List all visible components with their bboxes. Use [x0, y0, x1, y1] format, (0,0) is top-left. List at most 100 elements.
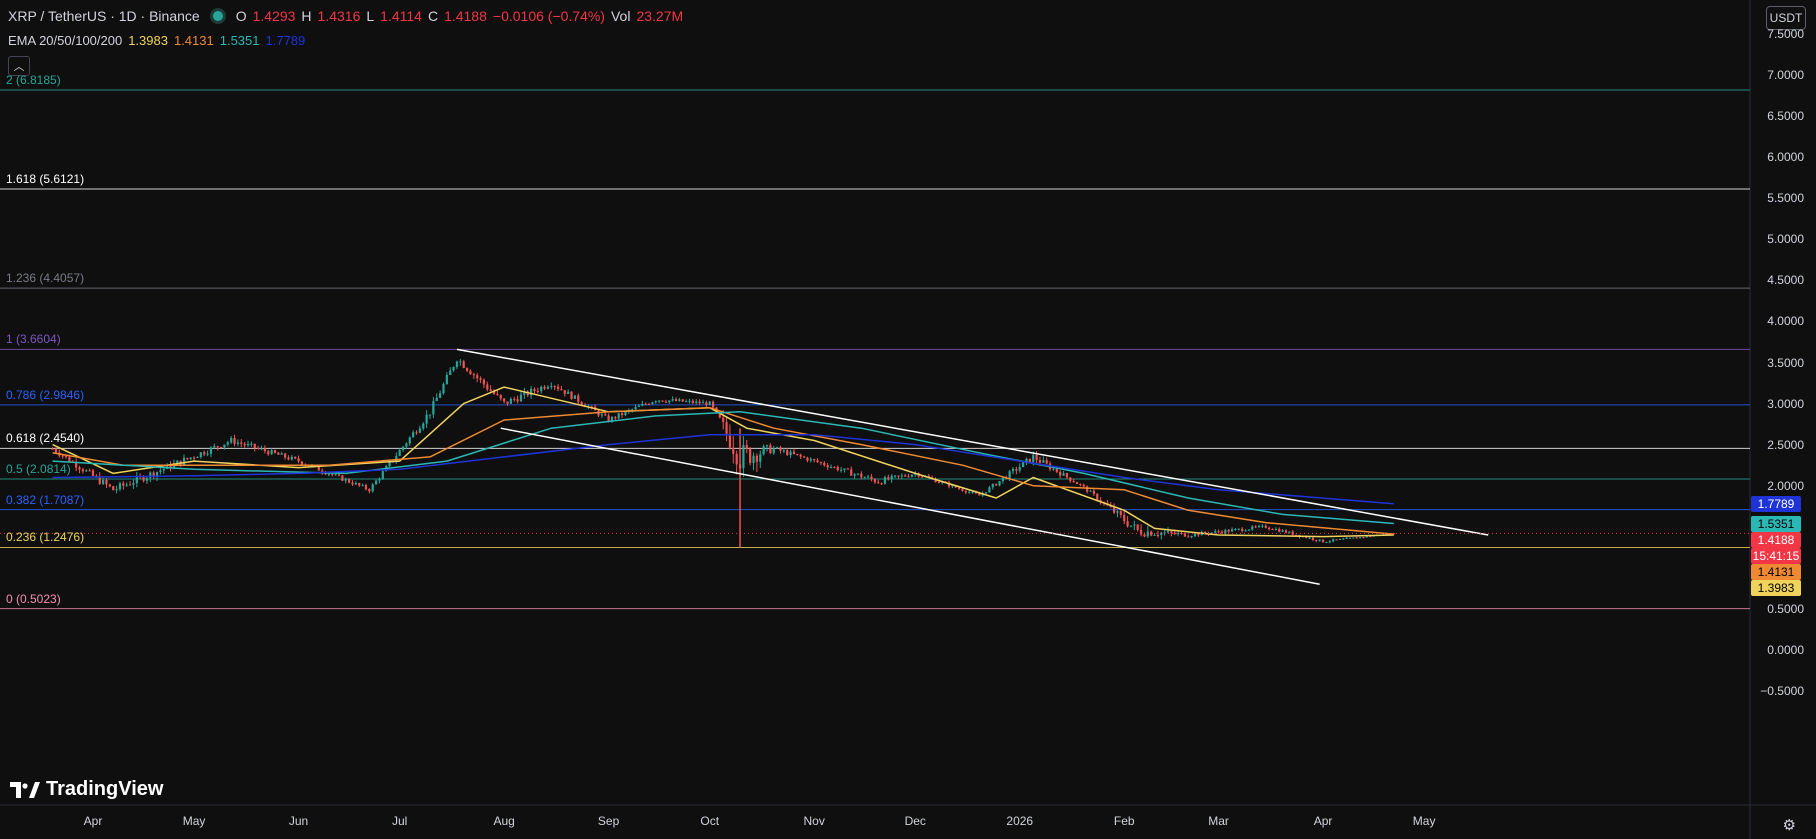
- candle-body: [658, 400, 661, 402]
- candle-body: [270, 450, 273, 455]
- settings-gear-icon[interactable]: ⚙: [1783, 816, 1796, 834]
- candle-body: [482, 379, 486, 385]
- high-value: 1.4316: [317, 8, 361, 24]
- candle-body: [870, 476, 873, 480]
- candle-body: [358, 483, 361, 486]
- candle-body: [327, 474, 330, 476]
- price-tick: 2.5000: [1767, 437, 1804, 452]
- candle-body: [708, 401, 711, 405]
- candle-body: [125, 484, 128, 486]
- time-tick: Jun: [288, 814, 309, 828]
- price-tick: 6.0000: [1767, 150, 1804, 165]
- candle-body: [361, 485, 364, 487]
- candle-body: [1069, 477, 1072, 481]
- candle-body: [685, 401, 688, 403]
- candle-body: [1096, 493, 1099, 501]
- candle-body: [354, 483, 357, 485]
- candle-body: [614, 416, 617, 419]
- candle-body: [1355, 537, 1358, 539]
- tradingview-logo[interactable]: TradingView: [10, 778, 163, 801]
- candle-body: [1338, 538, 1341, 540]
- candle-body: [816, 460, 819, 463]
- candle-body: [890, 475, 893, 480]
- candle-body: [374, 480, 378, 485]
- candle-body: [1345, 537, 1348, 539]
- candle-body: [1241, 528, 1244, 531]
- candle-body: [344, 479, 347, 481]
- candle-body: [550, 386, 553, 388]
- fib-label: 2 (6.8185): [6, 72, 61, 87]
- candle-body: [273, 450, 277, 453]
- price-tick: 2.0000: [1767, 478, 1804, 493]
- candle-body: [836, 466, 839, 471]
- candle-body: [1001, 477, 1004, 482]
- candle-body: [873, 479, 876, 483]
- candle-body: [479, 378, 482, 380]
- candle-body: [193, 457, 196, 459]
- candle-body: [1247, 529, 1251, 531]
- candle-body: [863, 477, 866, 479]
- price-tag: 1.3983: [1751, 579, 1801, 596]
- candle-body: [1261, 525, 1264, 527]
- time-tick: Oct: [700, 814, 720, 828]
- candle-body: [260, 448, 263, 450]
- candle-body: [907, 476, 910, 478]
- candle-body: [513, 398, 516, 400]
- candle-body: [499, 394, 502, 399]
- candle-body: [1284, 530, 1288, 533]
- low-value: 1.4114: [380, 8, 422, 24]
- candle-body: [489, 389, 492, 391]
- candle-body: [856, 473, 860, 475]
- candle-body: [209, 447, 213, 454]
- close-label: C: [427, 8, 439, 24]
- price-chart[interactable]: [0, 0, 1816, 839]
- candle-body: [196, 457, 199, 459]
- candle-body: [792, 451, 796, 454]
- channel-lower-line: [500, 427, 1320, 585]
- candle-body: [219, 447, 223, 449]
- symbol-title[interactable]: XRP / TetherUS · 1D · Binance: [8, 8, 200, 24]
- candle-body: [782, 450, 785, 452]
- candle-body: [620, 413, 624, 416]
- candle-body: [118, 483, 122, 490]
- candle-body: [182, 457, 186, 465]
- candle-body: [445, 374, 448, 385]
- candle-body: [476, 375, 479, 379]
- candle-body: [371, 484, 374, 492]
- volume-label: Vol: [610, 8, 631, 24]
- indicator-legend[interactable]: EMA 20/50/100/200 1.3983 1.4131 1.5351 1…: [8, 33, 305, 48]
- candle-body: [78, 467, 81, 470]
- candle-body: [509, 398, 512, 404]
- candle-body: [1342, 538, 1345, 540]
- candle-body: [1143, 534, 1146, 537]
- ema50-value: 1.4131: [173, 33, 214, 48]
- open-value: 1.4293: [252, 8, 296, 24]
- candle-body: [1028, 458, 1031, 463]
- candle-body: [742, 445, 745, 469]
- price-tick: 0.0000: [1767, 642, 1804, 657]
- candle-body: [351, 482, 354, 485]
- candle-body: [425, 414, 428, 424]
- candle-body: [230, 438, 233, 443]
- candle-body: [364, 485, 368, 490]
- candle-body: [1129, 525, 1133, 527]
- time-tick: Aug: [493, 814, 515, 828]
- symbol-header: XRP / TetherUS · 1D · Binance O 1.4293 H1…: [8, 8, 683, 24]
- candle-body: [64, 456, 68, 458]
- candle-body: [408, 437, 411, 444]
- price-tag: 1.7789: [1751, 495, 1801, 512]
- candle-body: [1062, 473, 1065, 476]
- candle-body: [449, 370, 452, 375]
- candle-body: [1116, 511, 1119, 513]
- candle-body: [186, 457, 189, 459]
- candle-body: [240, 442, 243, 444]
- candle-body: [1015, 469, 1018, 471]
- candle-body: [253, 443, 256, 449]
- candle-body: [348, 479, 351, 483]
- candle-body: [331, 474, 334, 476]
- candle-body: [1075, 482, 1079, 485]
- time-tick: Nov: [803, 814, 825, 828]
- candle-body: [995, 483, 998, 486]
- candle-body: [691, 400, 694, 403]
- candle-body: [439, 393, 442, 398]
